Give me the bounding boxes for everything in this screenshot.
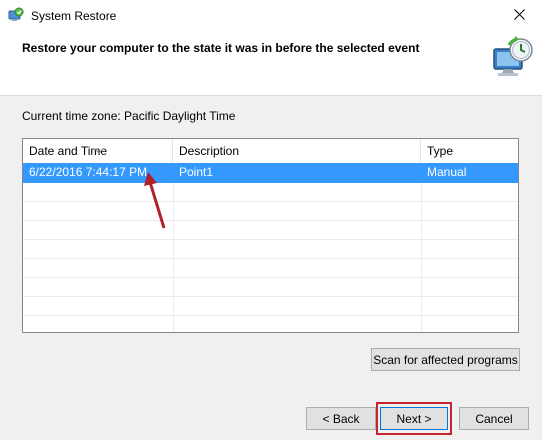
empty-row [23,239,518,259]
header-panel: Restore your computer to the state it wa… [0,31,542,96]
restore-points-table[interactable]: Date and Time Description Type 6/22/2016… [22,138,519,333]
sort-caret-icon [94,139,104,154]
table-body: 6/22/2016 7:44:17 PM Point1 Manual [23,163,518,332]
empty-row [23,182,518,202]
column-header-date[interactable]: Date and Time [23,139,173,163]
column-header-description[interactable]: Description [173,139,421,163]
back-button[interactable]: < Back [306,407,376,430]
empty-row [23,201,518,221]
system-restore-icon [7,7,24,24]
cell-type: Manual [427,165,467,179]
page-heading: Restore your computer to the state it wa… [22,41,420,55]
column-header-type[interactable]: Type [421,139,518,163]
close-icon [513,8,525,23]
restore-computer-icon [488,35,536,83]
title-bar: System Restore [0,0,542,31]
next-button[interactable]: Next > [380,407,448,430]
scan-affected-programs-button[interactable]: Scan for affected programs [371,348,520,371]
empty-row [23,220,518,240]
empty-row [23,315,518,332]
cell-description: Point1 [179,165,214,179]
window-title: System Restore [31,9,117,23]
close-button[interactable] [496,0,542,31]
table-header: Date and Time Description Type [23,139,518,163]
empty-row [23,258,518,278]
empty-row [23,296,518,316]
table-row[interactable]: 6/22/2016 7:44:17 PM Point1 Manual [23,163,518,183]
column-header-description-label: Description [179,144,240,158]
cancel-button[interactable]: Cancel [459,407,529,430]
column-header-type-label: Type [427,144,454,158]
red-arrow-annotation [140,170,180,232]
timezone-label: Current time zone: Pacific Daylight Time [22,109,236,123]
empty-row [23,277,518,297]
